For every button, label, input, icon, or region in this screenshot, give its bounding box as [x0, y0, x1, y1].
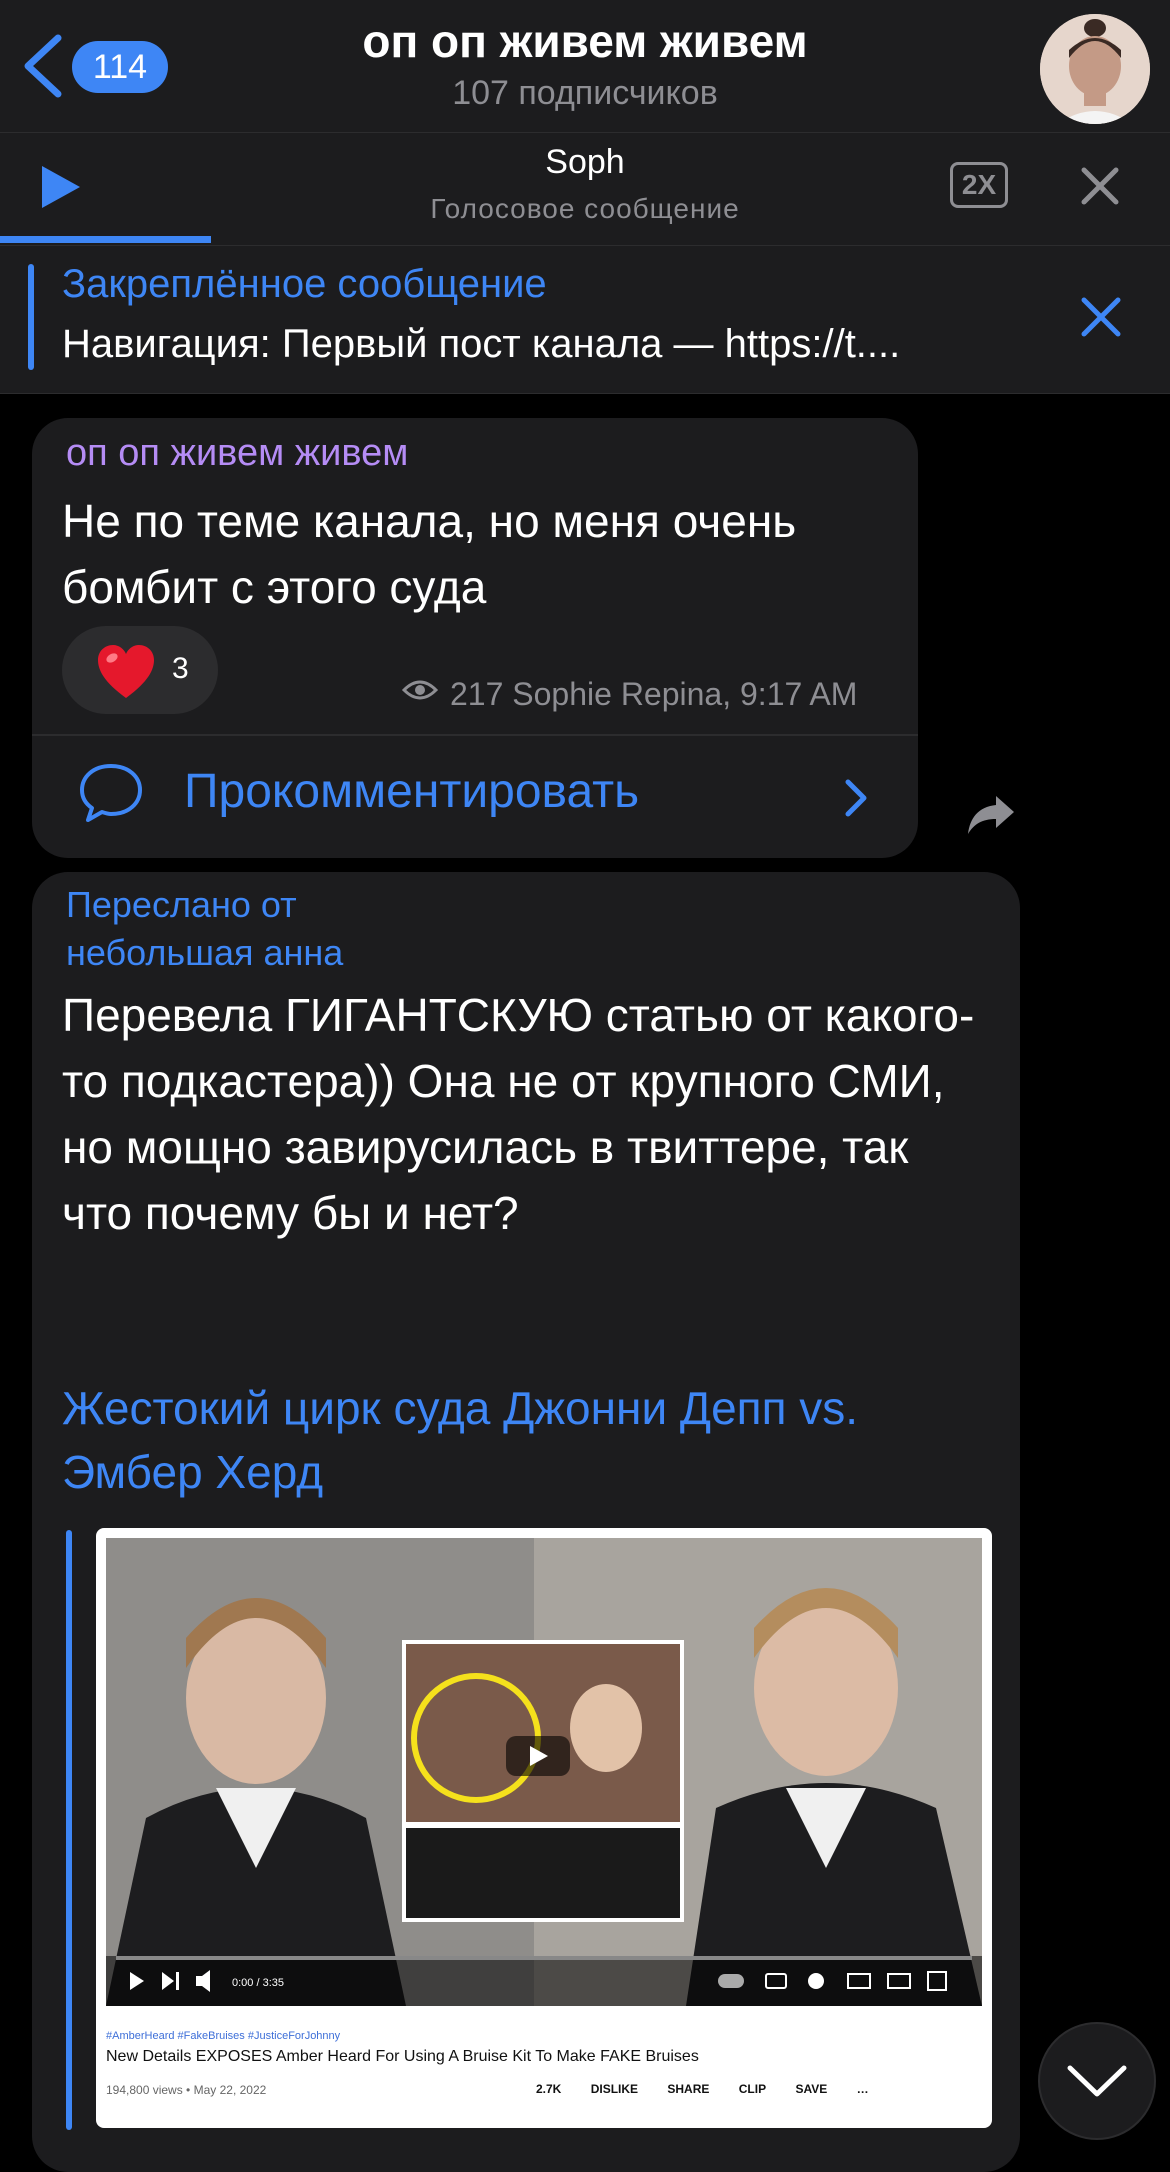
playback-speed-button[interactable]: 2X: [950, 162, 1008, 208]
pinned-accent-line: [28, 264, 34, 370]
pinned-text: Навигация: Первый пост канала — https://…: [62, 322, 901, 366]
forwarded-label: Переслано от: [66, 884, 297, 925]
pinned-title: Закреплённое сообщение: [62, 262, 547, 306]
forwarded-source[interactable]: небольшая анна: [66, 932, 343, 974]
video-thumbnail[interactable]: 0:00 / 3:35: [106, 1538, 982, 2006]
message-text: Не по теме канала, но меня очень бомбит …: [62, 495, 797, 613]
video-views: 194,800 views • May 22, 2022: [106, 2083, 267, 2097]
video-title: New Details EXPOSES Amber Heard For Usin…: [106, 2048, 699, 2065]
message-sender[interactable]: оп оп живем живем: [66, 432, 408, 475]
channel-avatar[interactable]: [1040, 14, 1150, 124]
audio-progress-bar[interactable]: [0, 236, 211, 243]
share-arrow-icon[interactable]: [966, 792, 1016, 836]
unread-count-badge[interactable]: 114: [72, 41, 168, 93]
chevron-down-icon: [1067, 2065, 1127, 2097]
like-count: 2.7K: [536, 2082, 562, 2096]
scroll-down-button[interactable]: [1038, 2022, 1156, 2140]
message-text: Перевела ГИГАНТСКУЮ статью от какого-то …: [62, 989, 975, 1239]
comment-button[interactable]: Прокомментировать: [184, 764, 639, 819]
link-preview-image[interactable]: 0:00 / 3:35 #AmberHeard #FakeBruises #Ju…: [96, 1528, 992, 2128]
comment-bubble-icon[interactable]: [78, 762, 144, 824]
views-eye-icon: [402, 680, 438, 700]
back-chevron-icon[interactable]: [18, 32, 68, 100]
clip-label: CLIP: [738, 2082, 767, 2096]
save-label: SAVE: [795, 2082, 828, 2096]
audio-author[interactable]: Soph: [300, 143, 870, 182]
dislike-label: DISLIKE: [590, 2082, 639, 2096]
close-icon[interactable]: [1078, 164, 1122, 208]
reaction-count: 3: [172, 652, 189, 685]
link-preview-accent: [66, 1530, 72, 2130]
message-meta: 217 Sophie Repina, 9:17 AM: [450, 676, 858, 712]
video-actions: 2.7K DISLIKE SHARE CLIP SAVE …: [536, 2082, 895, 2096]
close-pinned-icon[interactable]: [1080, 296, 1122, 338]
divider: [32, 734, 918, 736]
video-tags: #AmberHeard #FakeBruises #JusticeForJohn…: [106, 2030, 341, 2042]
more-icon: …: [856, 2082, 869, 2096]
article-link[interactable]: Жестокий цирк суда Джонни Депп vs. Эмбер…: [62, 1376, 992, 1504]
chevron-right-icon[interactable]: [844, 778, 868, 818]
share-label: SHARE: [667, 2082, 710, 2096]
video-time: 0:00 / 3:35: [232, 1977, 284, 1989]
channel-title[interactable]: оп оп живем живем: [240, 14, 930, 68]
play-icon[interactable]: [38, 164, 82, 210]
audio-type: Голосовое сообщение: [430, 193, 740, 224]
heart-icon: [98, 645, 154, 698]
subscriber-count: 107 подписчиков: [452, 74, 718, 112]
